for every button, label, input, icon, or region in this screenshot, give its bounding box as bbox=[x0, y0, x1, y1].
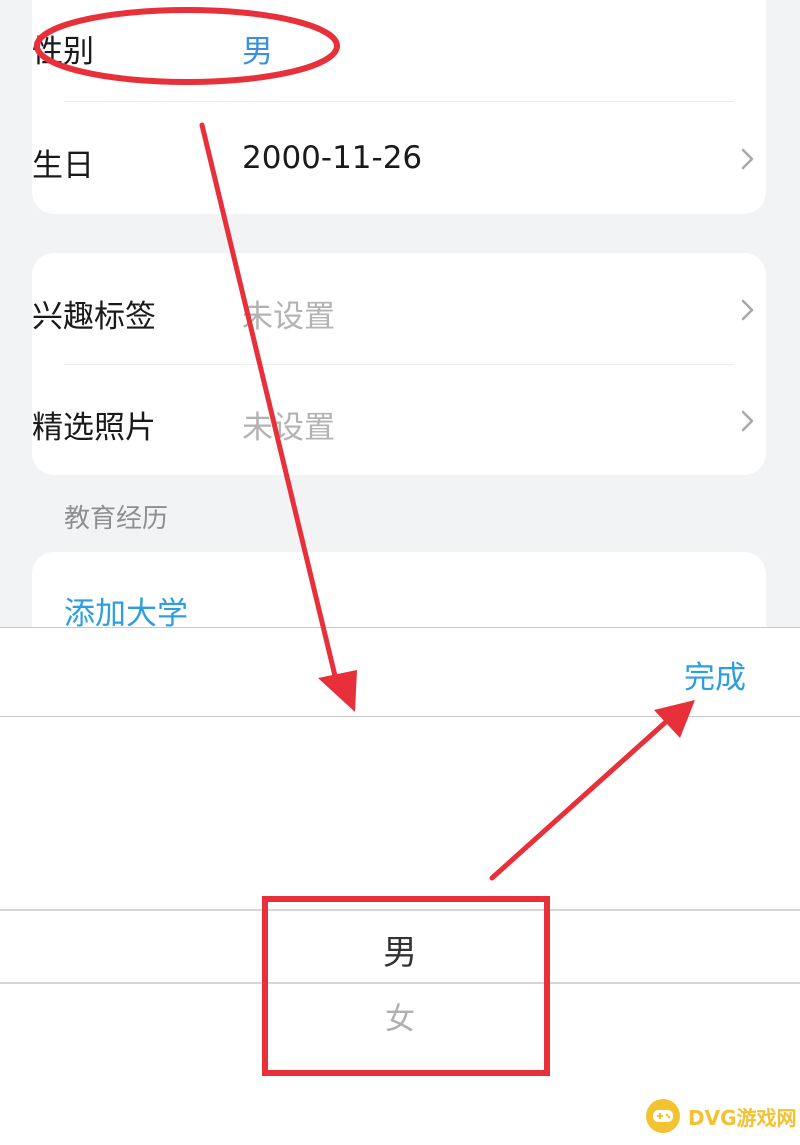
photos-label: 精选照片 bbox=[32, 410, 156, 446]
picker-toolbar: 完成 bbox=[0, 628, 800, 717]
chevron-right-icon bbox=[741, 299, 754, 321]
education-section-title: 教育经历 bbox=[64, 504, 169, 534]
gender-value: 男 bbox=[242, 34, 273, 70]
interests-row[interactable]: 兴趣标签 未设置 bbox=[32, 253, 768, 365]
annotation-rectangle bbox=[262, 896, 550, 1076]
gender-label: 性别 bbox=[32, 34, 94, 70]
gender-row[interactable]: 性别 男 bbox=[32, 0, 768, 100]
chevron-right-icon bbox=[741, 410, 754, 432]
chevron-right-icon bbox=[741, 148, 754, 170]
watermark-text: DVG游戏网 bbox=[688, 1105, 797, 1130]
birthday-label: 生日 bbox=[32, 148, 94, 184]
done-button[interactable]: 完成 bbox=[684, 652, 746, 697]
interests-label: 兴趣标签 bbox=[32, 299, 156, 335]
photos-value: 未设置 bbox=[242, 410, 335, 446]
photos-row[interactable]: 精选照片 未设置 bbox=[32, 364, 768, 476]
birthday-value: 2000-11-26 bbox=[242, 140, 423, 176]
gamepad-icon bbox=[646, 1099, 680, 1133]
interests-value: 未设置 bbox=[242, 299, 335, 335]
watermark: DVG游戏网 bbox=[646, 1095, 797, 1137]
birthday-row[interactable]: 生日 2000-11-26 bbox=[32, 102, 768, 214]
